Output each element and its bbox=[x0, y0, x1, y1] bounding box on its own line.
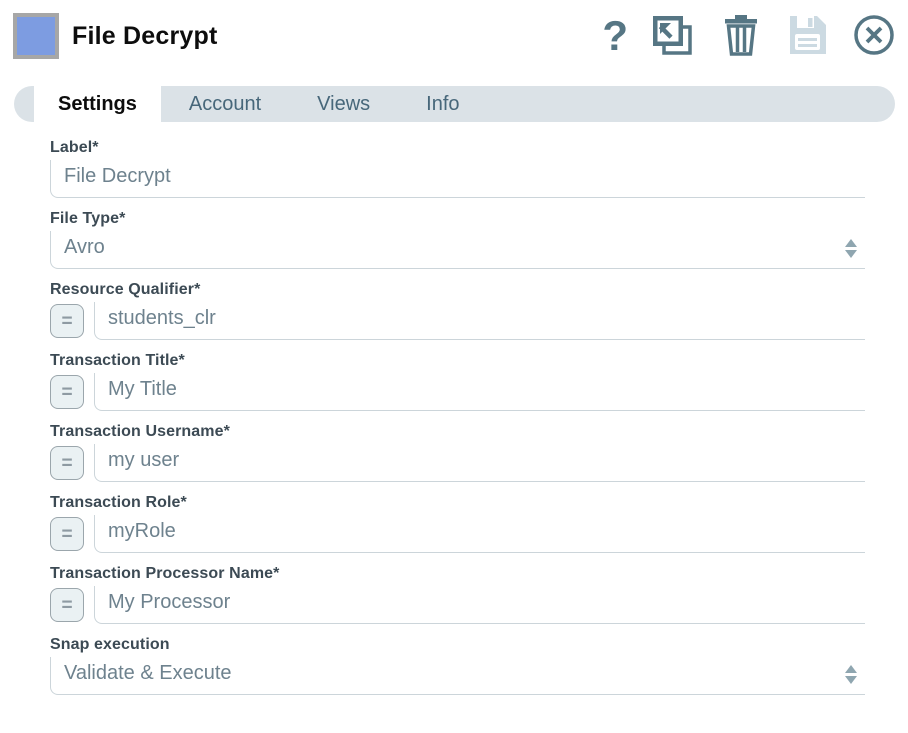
dialog-title: File Decrypt bbox=[72, 22, 218, 51]
snap-execution-select[interactable]: Validate & Execute bbox=[50, 657, 865, 695]
toolbar: ? bbox=[602, 13, 896, 59]
delete-button[interactable] bbox=[718, 13, 764, 59]
transaction-processor-name-input[interactable] bbox=[94, 586, 865, 624]
resource-qualifier-input[interactable] bbox=[94, 302, 865, 340]
expression-toggle-button[interactable]: = bbox=[50, 446, 84, 480]
tab-account[interactable]: Account bbox=[161, 86, 289, 122]
field-snap-execution: Snap execution Validate & Execute bbox=[50, 636, 865, 695]
field-file-type: File Type* Avro bbox=[50, 210, 865, 269]
dialog-header: File Decrypt ? bbox=[0, 0, 908, 62]
snap-icon bbox=[13, 13, 59, 59]
field-resource-qualifier: Resource Qualifier* = bbox=[50, 281, 865, 340]
expression-toggle-button[interactable]: = bbox=[50, 375, 84, 409]
field-transaction-title: Transaction Title* = bbox=[50, 352, 865, 411]
file-type-select[interactable]: Avro bbox=[50, 231, 865, 269]
expression-toggle-button[interactable]: = bbox=[50, 304, 84, 338]
help-icon: ? bbox=[602, 13, 628, 59]
expression-toggle-button[interactable]: = bbox=[50, 588, 84, 622]
settings-form: Label* File Type* Avro Resource Qualifie… bbox=[0, 122, 908, 695]
expression-toggle-button[interactable]: = bbox=[50, 517, 84, 551]
tab-bar: Settings Account Views Info bbox=[14, 86, 895, 122]
transaction-username-input[interactable] bbox=[94, 444, 865, 482]
select-spinner-icon bbox=[845, 238, 857, 257]
field-label-text: Resource Qualifier* bbox=[50, 281, 865, 299]
field-transaction-role: Transaction Role* = bbox=[50, 494, 865, 553]
field-label-text: Snap execution bbox=[50, 636, 865, 654]
select-spinner-icon bbox=[845, 664, 857, 683]
field-label-text: Transaction Title* bbox=[50, 352, 865, 370]
field-label-text: Label* bbox=[50, 139, 865, 157]
field-label-text: File Type* bbox=[50, 210, 865, 228]
transaction-title-input[interactable] bbox=[94, 373, 865, 411]
file-type-value: Avro bbox=[64, 236, 865, 259]
close-icon bbox=[852, 13, 896, 60]
help-button[interactable]: ? bbox=[602, 13, 628, 59]
field-label-text: Transaction Processor Name* bbox=[50, 565, 865, 583]
popout-button[interactable] bbox=[649, 13, 697, 59]
tab-settings[interactable]: Settings bbox=[34, 86, 161, 122]
field-label: Label* bbox=[50, 139, 865, 198]
tab-info[interactable]: Info bbox=[398, 86, 487, 122]
transaction-role-input[interactable] bbox=[94, 515, 865, 553]
field-label-text: Transaction Username* bbox=[50, 423, 865, 441]
trash-icon bbox=[718, 12, 764, 61]
field-transaction-username: Transaction Username* = bbox=[50, 423, 865, 482]
save-button[interactable] bbox=[785, 13, 831, 59]
popout-icon bbox=[649, 12, 697, 61]
field-label-text: Transaction Role* bbox=[50, 494, 865, 512]
close-button[interactable] bbox=[852, 13, 896, 59]
snap-execution-value: Validate & Execute bbox=[64, 662, 865, 685]
label-input[interactable] bbox=[50, 160, 865, 198]
field-transaction-processor-name: Transaction Processor Name* = bbox=[50, 565, 865, 624]
save-icon bbox=[785, 12, 831, 61]
tab-views[interactable]: Views bbox=[289, 86, 398, 122]
